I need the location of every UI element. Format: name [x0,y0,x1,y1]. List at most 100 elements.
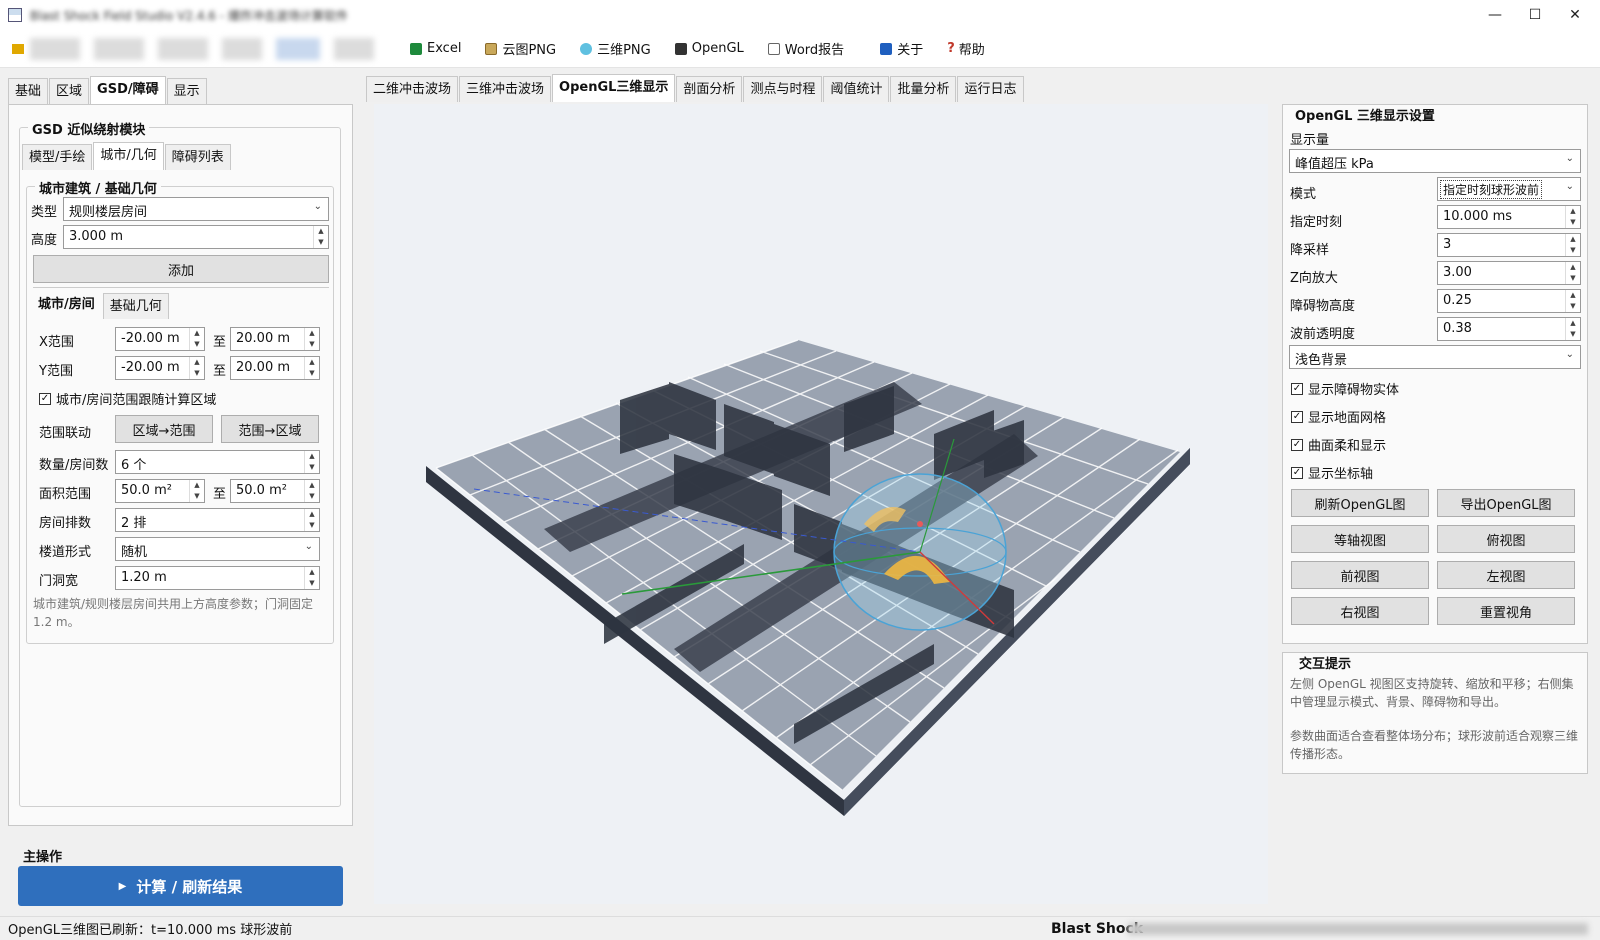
spin-arrows-icon[interactable]: ▲ ▼ [1565,234,1580,256]
check-icon: ✓ [39,392,51,405]
time-label: 指定时刻 [1290,215,1343,230]
type-select[interactable]: 规则楼层房间 ⌄ [63,197,329,221]
module-title: GSD 近似绕射模块 [28,119,150,138]
spin-arrows-icon[interactable]: ▲ ▼ [304,357,319,379]
quantity-select[interactable]: 峰值超压 kPa ⌄ [1289,149,1581,173]
spin-arrows-icon[interactable]: ▲ ▼ [189,328,204,350]
show-axes-checkbox[interactable]: ✓ 显示坐标轴 [1291,463,1373,482]
corridor-select[interactable]: 随机 ⌄ [115,537,320,561]
tab-profile-analysis[interactable]: 剖面分析 [676,76,743,102]
spin-arrows-icon[interactable]: ▲ ▼ [304,567,319,589]
spin-arrows-icon[interactable]: ▲ ▼ [313,226,328,248]
region-to-range-button[interactable]: 区域→范围 [115,415,213,443]
toolbar-button[interactable] [222,37,262,60]
spin-arrows-icon[interactable]: ▲ ▼ [1565,262,1580,284]
tab-probe-time-history[interactable]: 测点与时程 [743,76,823,102]
tab-3d-shock-field[interactable]: 三维冲击波场 [459,76,552,102]
toolbar-help-button[interactable]: ? 帮助 [947,39,985,58]
spin-arrows-icon[interactable]: ▲ ▼ [304,509,319,531]
export-opengl-button[interactable]: 导出OpenGL图 [1437,489,1575,517]
opengl-viewport[interactable] [374,104,1268,904]
y-to-spinbox[interactable]: 20.00 m ▲ ▼ [230,356,320,380]
inner-tabbar: 城市/房间 基础几何 [31,291,170,319]
top-view-button[interactable]: 俯视图 [1437,525,1575,553]
spin-arrows-icon[interactable]: ▲ ▼ [1565,318,1580,340]
y-from-spinbox[interactable]: -20.00 m ▲ ▼ [115,356,205,380]
toolbar-about-button[interactable]: 关于 [880,39,923,58]
front-alpha-spinbox[interactable]: 0.38 ▲ ▼ [1437,317,1581,341]
subtab-obstacle-list[interactable]: 障碍列表 [164,144,231,170]
door-width-spinbox[interactable]: 1.20 m ▲ ▼ [115,566,320,590]
add-button[interactable]: 添加 [33,255,329,283]
x-from-spinbox[interactable]: -20.00 m ▲ ▼ [115,327,205,351]
tab-region[interactable]: 区域 [49,78,90,104]
toolbar-button[interactable] [158,37,208,60]
show-ground-grid-checkbox[interactable]: ✓ 显示地面网格 [1291,407,1386,426]
subtab-model-draw[interactable]: 模型/手绘 [22,144,93,170]
refresh-opengl-button[interactable]: 刷新OpenGL图 [1291,489,1429,517]
range-to-region-button[interactable]: 范围→区域 [221,415,319,443]
spin-arrows-icon[interactable]: ▲ ▼ [1565,290,1580,312]
toolbar-excel-button[interactable]: Excel [410,41,461,56]
front-view-button[interactable]: 前视图 [1291,561,1429,589]
hint-paragraph-1: 左侧 OpenGL 视图区支持旋转、缩放和平移；右侧集中管理显示模式、背景、障碍… [1290,677,1574,709]
right-view-button[interactable]: 右视图 [1291,597,1429,625]
tab-basic[interactable]: 基础 [8,78,49,104]
left-view-button[interactable]: 左视图 [1437,561,1575,589]
corridor-label: 楼道形式 [39,545,92,560]
folder-icon[interactable] [12,43,24,54]
spin-arrows-icon[interactable]: ▲ ▼ [304,480,319,502]
follow-region-checkbox[interactable]: ✓ 城市/房间范围跟随计算区域 [39,389,216,408]
isometric-view-button[interactable]: 等轴视图 [1291,525,1429,553]
spin-arrows-icon[interactable]: ▲ ▼ [1565,206,1580,228]
downsample-spinbox[interactable]: 3 ▲ ▼ [1437,233,1581,257]
smooth-surface-checkbox[interactable]: ✓ 曲面柔和显示 [1291,435,1386,454]
rows-spinbox[interactable]: 2 排 ▲ ▼ [115,508,320,532]
toolbar-cloudpng-button[interactable]: 云图PNG [485,39,556,58]
door-label: 门洞宽 [39,574,79,589]
toolbar-word-button[interactable]: Word报告 [767,39,844,58]
check-icon: ✓ [1291,410,1303,423]
tab-display[interactable]: 显示 [166,78,207,104]
height-spinbox[interactable]: 3.000 m ▲ ▼ [63,225,329,249]
x-range-label: X范围 [39,335,74,350]
tab-city-room[interactable]: 城市/房间 [31,291,102,319]
area-from-spinbox[interactable]: 50.0 m² ▲ ▼ [115,479,205,503]
mode-select[interactable]: 指定时刻球形波前 ⌄ [1437,177,1581,201]
toolbar-button[interactable] [30,37,80,60]
spin-arrows-icon[interactable]: ▲ ▼ [304,328,319,350]
opengl-3d-scene[interactable] [374,104,1268,904]
spin-arrows-icon[interactable]: ▲ ▼ [189,357,204,379]
background-select[interactable]: 浅色背景 ⌄ [1289,345,1581,369]
tab-gsd-obstacle[interactable]: GSD/障碍 [90,76,166,104]
tab-basic-geometry[interactable]: 基础几何 [102,293,169,319]
toolbar-button[interactable] [276,37,320,60]
zscale-spinbox[interactable]: 3.00 ▲ ▼ [1437,261,1581,285]
obstacle-height-spinbox[interactable]: 0.25 ▲ ▼ [1437,289,1581,313]
image-icon [485,42,498,55]
spin-arrows-icon[interactable]: ▲ ▼ [304,451,319,473]
subtab-city-geometry[interactable]: 城市/几何 [93,142,164,170]
tab-2d-shock-field[interactable]: 二维冲击波场 [366,76,459,102]
toolbar-3dpng-button[interactable]: 三维PNG [580,39,651,58]
toolbar-button[interactable] [334,37,374,60]
height-label: 高度 [31,233,58,248]
run-button[interactable]: ▶ 计算 / 刷新结果 [18,866,343,906]
divider [33,287,329,288]
reset-view-button[interactable]: 重置视角 [1437,597,1575,625]
area-to-spinbox[interactable]: 50.0 m² ▲ ▼ [230,479,320,503]
globe-icon [580,42,593,55]
show-obstacles-checkbox[interactable]: ✓ 显示障碍物实体 [1291,379,1399,398]
time-spinbox[interactable]: 10.000 ms ▲ ▼ [1437,205,1581,229]
close-button[interactable]: ✕ [1552,0,1598,30]
tab-run-log[interactable]: 运行日志 [957,76,1024,102]
toolbar-opengl-button[interactable]: OpenGL [674,41,744,56]
tab-opengl-3d[interactable]: OpenGL三维显示 [552,74,676,102]
obstacle-height-label: 障碍物高度 [1290,299,1356,314]
tab-batch-analysis[interactable]: 批量分析 [890,76,957,102]
count-spinbox[interactable]: 6 个 ▲ ▼ [115,450,320,474]
tab-threshold-stats[interactable]: 阈值统计 [823,76,890,102]
toolbar-button[interactable] [94,37,144,60]
x-to-spinbox[interactable]: 20.00 m ▲ ▼ [230,327,320,351]
spin-arrows-icon[interactable]: ▲ ▼ [189,480,204,502]
